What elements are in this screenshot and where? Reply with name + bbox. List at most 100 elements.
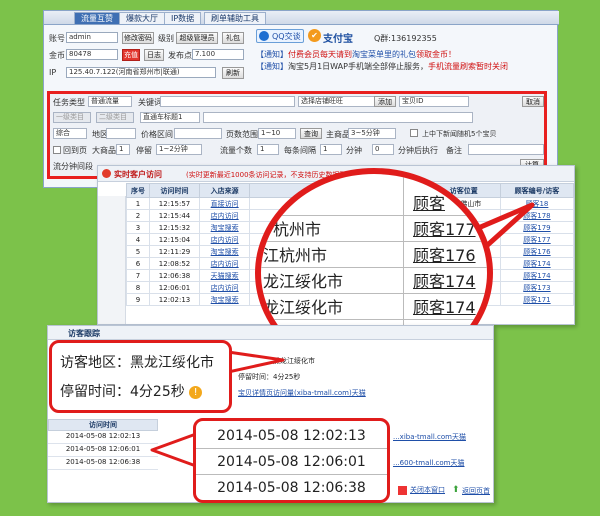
card-left-strip xyxy=(98,196,126,324)
ip-field: 125.40.7.122(河南省郑州市|联通) xyxy=(66,67,216,78)
direct-title-input[interactable] xyxy=(203,112,473,123)
region-callout-tail xyxy=(228,350,285,374)
keyword-input[interactable] xyxy=(160,96,295,107)
small-page-link[interactable]: 宝贝详情页访问量(xiba-tmall.com)天猫 xyxy=(238,388,366,398)
cell-source[interactable]: 店内访问 xyxy=(199,209,251,222)
interval-stepper[interactable]: 1 xyxy=(320,144,342,155)
zoom-row: 龙江绥化市 顾客174 xyxy=(261,296,487,320)
direct-title-select[interactable]: 直通车标题1 xyxy=(140,112,200,123)
username-field[interactable]: admin xyxy=(66,32,118,43)
recharge-button[interactable]: 充值 xyxy=(122,49,140,61)
big-time-row: 2014-05-08 12:06:38 xyxy=(217,480,366,496)
task-type-select[interactable]: 普通流量 xyxy=(88,96,132,107)
visitor-detail-title: 访客跟踪 xyxy=(68,329,100,338)
zoom-row: 顾客 xyxy=(261,192,487,216)
cell-source[interactable]: 店内访问 xyxy=(199,233,251,246)
plan-select[interactable]: 宝贝ID xyxy=(399,96,469,107)
cell-time: 12:15:57 xyxy=(148,197,201,210)
col-time: 访问时间 xyxy=(148,183,201,198)
tab-traffic-exchange[interactable]: 流量互赞 xyxy=(74,12,120,24)
cell-customer[interactable]: 顾客174 xyxy=(499,257,575,270)
stay-label: 停留 xyxy=(136,146,152,155)
cell-customer[interactable]: 顾客171 xyxy=(499,293,575,306)
return-page-checkbox[interactable] xyxy=(53,146,61,154)
zoom-row: 杭州市 顾客177 xyxy=(261,218,487,242)
big-item-stepper[interactable]: 1 xyxy=(116,144,130,155)
cancel-button[interactable]: 取消 xyxy=(522,96,544,107)
level-label: 级别 xyxy=(158,34,174,43)
time-row: 2014-05-08 12:02:13 xyxy=(48,432,158,444)
add-button[interactable]: 添加 xyxy=(374,96,396,107)
cell-no: 2 xyxy=(126,209,150,222)
time-row: 2014-05-08 12:06:38 xyxy=(48,458,158,470)
tab-hot-items[interactable]: 爆款大厅 xyxy=(119,12,165,24)
ip-label: IP xyxy=(49,68,57,77)
cell-no: 3 xyxy=(126,221,150,234)
cell-source[interactable]: 直接访问 xyxy=(199,197,251,210)
keyword-label: 关键词 xyxy=(138,98,162,107)
category2-select[interactable]: 二级类目 xyxy=(96,112,134,123)
main-item-select[interactable]: 3~5分钟 xyxy=(348,128,396,139)
edit-password-button[interactable]: 修改密码 xyxy=(122,32,154,44)
cell-source[interactable]: 淘宝搜索 xyxy=(199,245,251,258)
zoom-row: 龙江绥化市 顾客174 xyxy=(261,270,487,294)
exec-delay-stepper[interactable]: 0 xyxy=(372,144,394,155)
cell-no: 4 xyxy=(126,233,150,246)
cell-no: 7 xyxy=(126,269,150,282)
category1-select[interactable]: 一级类目 xyxy=(53,112,91,123)
cell-customer[interactable]: 顾客174 xyxy=(499,269,575,282)
close-window-link[interactable]: 关闭本窗口 xyxy=(410,485,445,495)
back-to-top-link[interactable]: 返回页首 xyxy=(462,486,490,496)
info-icon: ! xyxy=(189,385,203,399)
remark-label: 备注 xyxy=(446,146,462,155)
cell-source[interactable]: 店内访问 xyxy=(199,257,251,270)
cell-source[interactable]: 天猫搜索 xyxy=(199,269,251,282)
alipay-logo[interactable]: ✔ 支付宝 xyxy=(308,28,362,45)
query-button[interactable]: 查询 xyxy=(300,128,322,139)
cell-source[interactable]: 淘宝搜索 xyxy=(199,293,251,306)
top-tab-bar: 流量互赞 爆款大厅 IP数据 刷单辅助工具 xyxy=(44,11,559,25)
callout-stay: 停留时间：4分25秒 ! xyxy=(60,381,203,401)
big-time-row: 2014-05-08 12:06:01 xyxy=(196,449,387,475)
gift-button[interactable]: 礼包 xyxy=(222,32,244,44)
schedule-label: 流分钟间段 xyxy=(53,162,93,171)
price-input[interactable] xyxy=(174,128,222,139)
time-row: 2014-05-08 12:06:01 xyxy=(48,445,158,457)
sort-select[interactable]: 综合 xyxy=(53,128,87,139)
time-callout-tail xyxy=(150,432,198,468)
qq-chat-button[interactable]: QQ交谈 xyxy=(256,29,304,43)
visitor-detail-header: 访客跟踪 xyxy=(48,326,493,340)
stay-select[interactable]: 1~2分钟 xyxy=(156,144,202,155)
region-select[interactable] xyxy=(106,128,136,139)
cell-source[interactable]: 淘宝搜索 xyxy=(199,221,251,234)
page-range-select[interactable]: 1~10 xyxy=(258,128,296,139)
return-page-label: 回到页 xyxy=(63,146,87,155)
cell-no: 5 xyxy=(126,245,150,258)
cell-time: 12:11:29 xyxy=(148,245,201,258)
username-label: 账号 xyxy=(49,34,65,43)
cell-source[interactable]: 店内访问 xyxy=(199,281,251,294)
big-time-row: 2014-05-08 12:02:13 xyxy=(196,423,387,449)
row-page-link[interactable]: ...xiba-tmall.com天猫 xyxy=(393,432,466,442)
notice-1: 【通知】付费会员每天请到淘宝菜单里的礼包领取金币！ xyxy=(256,50,456,59)
tab-order-tools[interactable]: 刷单辅助工具 xyxy=(204,12,266,24)
task-type-label: 任务类型 xyxy=(53,98,85,107)
cell-customer[interactable]: 顾客173 xyxy=(499,281,575,294)
row-page-link[interactable]: ...600-tmall.com天猫 xyxy=(393,458,464,468)
exec-delay-label: 分钟后执行 xyxy=(398,146,438,155)
log-button[interactable]: 日志 xyxy=(144,49,164,61)
big-item-label: 大商品 xyxy=(92,146,116,155)
flow-count-stepper[interactable]: 1 xyxy=(257,144,279,155)
live-visitors-title: 实时客户访问 xyxy=(114,170,162,179)
level-value: 超级管理员 xyxy=(176,32,218,44)
tab-ip-data[interactable]: IP数据 xyxy=(164,12,202,24)
interval-label: 每条间隔 xyxy=(284,146,316,155)
refresh-button[interactable]: 刷新 xyxy=(222,67,244,79)
zoom-row: 江杭州市 顾客176 xyxy=(261,244,487,268)
main-item-label: 主商品 xyxy=(326,130,350,139)
cell-time: 12:15:32 xyxy=(148,221,201,234)
remark-input[interactable] xyxy=(468,144,544,155)
shop-select[interactable]: 选择店铺旺旺 xyxy=(298,96,378,107)
price-label: 价格区间 xyxy=(141,130,173,139)
compare-checkbox[interactable] xyxy=(410,129,418,137)
